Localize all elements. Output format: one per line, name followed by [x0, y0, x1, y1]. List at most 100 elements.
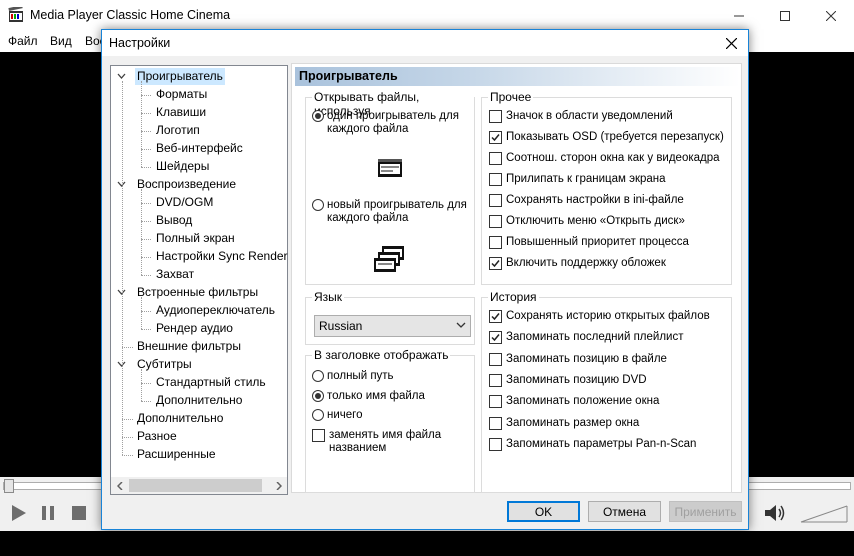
checkbox[interactable]: [489, 110, 502, 123]
checkbox[interactable]: [489, 257, 502, 270]
pause-button[interactable]: [37, 503, 59, 523]
tree-item[interactable]: Стандартный стиль: [154, 374, 268, 391]
tree-item[interactable]: Дополнительно: [135, 410, 225, 427]
tree-item[interactable]: DVD/OGM: [154, 194, 215, 211]
checkbox[interactable]: [489, 152, 502, 165]
chevron-left-icon: [116, 481, 123, 490]
checkbox-row[interactable]: Запоминать положение окна: [489, 395, 660, 409]
play-button[interactable]: [7, 503, 29, 523]
language-select[interactable]: Russian: [314, 315, 471, 337]
tree-item[interactable]: Проигрыватель: [135, 68, 225, 85]
checkbox[interactable]: [489, 416, 502, 430]
tree-item[interactable]: Полный экран: [154, 230, 237, 247]
checkbox[interactable]: [489, 437, 502, 451]
tree-item[interactable]: Встроенные фильтры: [135, 284, 260, 301]
tree-item[interactable]: Клавиши: [154, 104, 208, 121]
cancel-button[interactable]: Отмена: [588, 501, 661, 522]
checkbox[interactable]: [489, 373, 502, 387]
checkbox[interactable]: [489, 352, 502, 366]
checkbox-row[interactable]: Запоминать позицию в файле: [489, 352, 667, 366]
checkbox-row[interactable]: Значок в области уведомлений: [489, 110, 673, 123]
checkbox-row[interactable]: Сохранять историю открытых файлов: [489, 310, 710, 323]
checkbox-row[interactable]: Отключить меню «Открыть диск»: [489, 215, 685, 228]
radio-single-player[interactable]: один проигрыватель для каждого файла: [312, 110, 459, 136]
tree-connector: [141, 239, 151, 240]
radio-multi-line1: новый проигрыватель для: [327, 199, 467, 211]
single-player-icon: [378, 159, 402, 177]
checkbox-row[interactable]: Запоминать параметры Pan-n-Scan: [489, 437, 696, 451]
maximize-button[interactable]: [762, 0, 808, 31]
apply-button[interactable]: Применить: [669, 501, 742, 522]
tree-item[interactable]: Субтитры: [135, 356, 194, 373]
radio-button[interactable]: [312, 110, 324, 122]
radio-single-label: один проигрыватель для каждого файла: [327, 110, 459, 136]
scroll-left-button[interactable]: [111, 477, 128, 494]
checkbox[interactable]: [489, 215, 502, 228]
tree-item[interactable]: Вывод: [154, 212, 194, 229]
scroll-thumb[interactable]: [129, 479, 262, 492]
settings-tree[interactable]: Проигрыватель Форматы Клавиши Логотип Веб-ин…: [110, 65, 288, 495]
close-button[interactable]: [808, 0, 854, 31]
tree-item[interactable]: Расширенные: [135, 446, 218, 463]
checkbox-label: Прилипать к границам экрана: [506, 173, 666, 185]
stop-button[interactable]: [68, 503, 90, 523]
title-display-group: В заголовке отображать полный путь тольк…: [305, 348, 475, 493]
tree-item[interactable]: Шейдеры: [154, 158, 211, 175]
checkbox[interactable]: [312, 429, 325, 442]
checkbox[interactable]: [489, 194, 502, 207]
radio-button[interactable]: [312, 409, 324, 421]
checkbox[interactable]: [489, 131, 502, 144]
radio-multi-label: новый проигрыватель для каждого файла: [327, 199, 467, 225]
checkbox-row[interactable]: Повышенный приоритет процесса: [489, 236, 689, 249]
checkbox-row[interactable]: Включить поддержку обложек: [489, 257, 666, 270]
checkbox[interactable]: [489, 395, 502, 409]
radio-button[interactable]: [312, 199, 324, 211]
checkbox-row[interactable]: Прилипать к границам экрана: [489, 173, 666, 186]
minimize-button[interactable]: [716, 0, 762, 31]
checkbox-row[interactable]: Запоминать размер окна: [489, 416, 639, 430]
checkbox[interactable]: [489, 236, 502, 249]
dialog-title: Настройки: [109, 36, 171, 50]
tree-item[interactable]: Логотип: [154, 122, 202, 139]
volume-slider[interactable]: [800, 505, 848, 523]
checkbox-row[interactable]: Соотнош. сторон окна как у видеокадра: [489, 152, 720, 165]
menu-view[interactable]: Вид: [50, 34, 72, 48]
main-titlebar: Media Player Classic Home Cinema: [0, 0, 854, 31]
ok-button[interactable]: OK: [507, 501, 580, 522]
checkbox[interactable]: [489, 173, 502, 186]
checkbox-row[interactable]: Сохранять настройки в ini-файле: [489, 194, 684, 207]
checkbox[interactable]: [489, 331, 502, 345]
app-title: Media Player Classic Home Cinema: [30, 8, 231, 22]
tree-item[interactable]: Дополнительно: [154, 392, 244, 409]
menu-file[interactable]: Файл: [8, 34, 38, 48]
tree-item[interactable]: Рендер аудио: [154, 320, 235, 337]
tree-item[interactable]: Аудиопереключатель: [154, 302, 277, 319]
tree-connector: [122, 437, 133, 438]
scroll-right-button[interactable]: [270, 477, 287, 494]
seek-thumb[interactable]: [4, 479, 14, 493]
radio-multi-player[interactable]: новый проигрыватель для каждого файла: [312, 199, 467, 225]
tree-item[interactable]: Форматы: [154, 86, 209, 103]
checkbox-label: Запоминать положение окна: [506, 395, 660, 408]
chevron-down-icon[interactable]: [117, 72, 126, 81]
checkbox-label: Соотнош. сторон окна как у видеокадра: [506, 152, 720, 164]
replace-filename-checkbox[interactable]: заменять имя файла названием: [312, 429, 441, 455]
radio-file-name[interactable]: только имя файла: [312, 390, 425, 403]
tree-item[interactable]: Захват: [154, 266, 196, 283]
radio-full-path[interactable]: полный путь: [312, 370, 394, 383]
checkbox-row[interactable]: Запоминать позицию DVD: [489, 373, 647, 387]
tree-item[interactable]: Веб-интерфейс: [154, 140, 245, 157]
tree-item[interactable]: Разное: [135, 428, 179, 445]
tree-item[interactable]: Внешние фильтры: [135, 338, 243, 355]
radio-button[interactable]: [312, 370, 324, 382]
checkbox[interactable]: [489, 310, 502, 323]
tree-item[interactable]: Воспроизведение: [135, 176, 238, 193]
radio-button[interactable]: [312, 390, 324, 402]
mute-button[interactable]: [764, 503, 786, 523]
tree-item[interactable]: Настройки Sync Render: [154, 248, 290, 265]
tree-horizontal-scrollbar[interactable]: [111, 477, 287, 494]
checkbox-row[interactable]: Показывать OSD (требуется перезапуск): [489, 131, 724, 144]
checkbox-row[interactable]: Запоминать последний плейлист: [489, 331, 683, 345]
dialog-close-button[interactable]: [714, 30, 748, 56]
radio-nothing[interactable]: ничего: [312, 409, 363, 422]
